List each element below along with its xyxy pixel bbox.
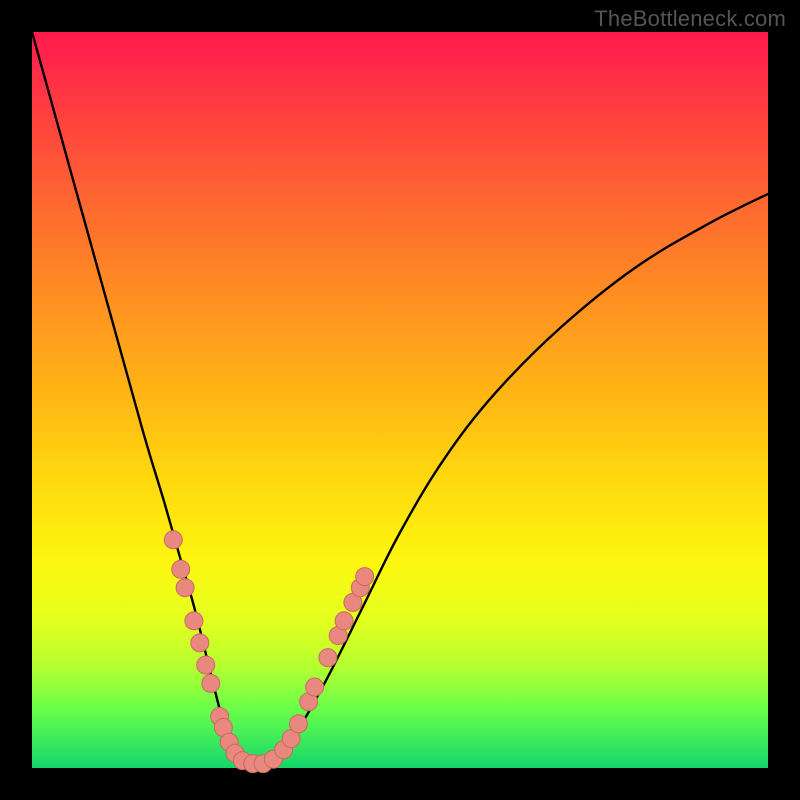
watermark-text: TheBottleneck.com <box>594 6 786 32</box>
marker-dot <box>185 612 203 630</box>
marker-dot <box>289 715 307 733</box>
chart-plot-area <box>32 32 768 768</box>
bottleneck-curve <box>32 32 768 765</box>
marker-dot <box>191 634 209 652</box>
highlighted-dots-group <box>164 531 373 773</box>
marker-dot <box>202 674 220 692</box>
chart-svg <box>32 32 768 768</box>
marker-dot <box>335 612 353 630</box>
chart-frame: TheBottleneck.com <box>0 0 800 800</box>
marker-dot <box>172 560 190 578</box>
marker-dot <box>356 568 374 586</box>
marker-dot <box>319 649 337 667</box>
marker-dot <box>164 531 182 549</box>
marker-dot <box>197 656 215 674</box>
marker-dot <box>176 579 194 597</box>
marker-dot <box>306 678 324 696</box>
